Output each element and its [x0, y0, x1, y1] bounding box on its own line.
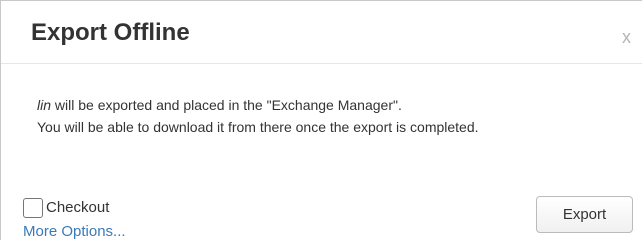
- close-icon[interactable]: x: [622, 27, 631, 47]
- checkout-option[interactable]: Checkout: [23, 197, 109, 219]
- export-offline-dialog: Export Offline x lin will be exported an…: [0, 0, 642, 240]
- message-line-1: lin will be exported and placed in the "…: [37, 94, 637, 116]
- checkout-checkbox[interactable]: [23, 198, 43, 218]
- item-name: lin: [37, 97, 52, 113]
- dialog-header: Export Offline x: [1, 1, 642, 64]
- dialog-message: lin will be exported and placed in the "…: [37, 94, 637, 138]
- dialog-title: Export Offline: [31, 19, 190, 46]
- export-button[interactable]: Export: [536, 196, 633, 233]
- checkout-label: Checkout: [46, 199, 110, 216]
- message-line-1-text: will be exported and placed in the "Exch…: [51, 97, 402, 113]
- more-options-link[interactable]: More Options...: [23, 222, 126, 242]
- message-line-2: You will be able to download it from the…: [37, 119, 479, 135]
